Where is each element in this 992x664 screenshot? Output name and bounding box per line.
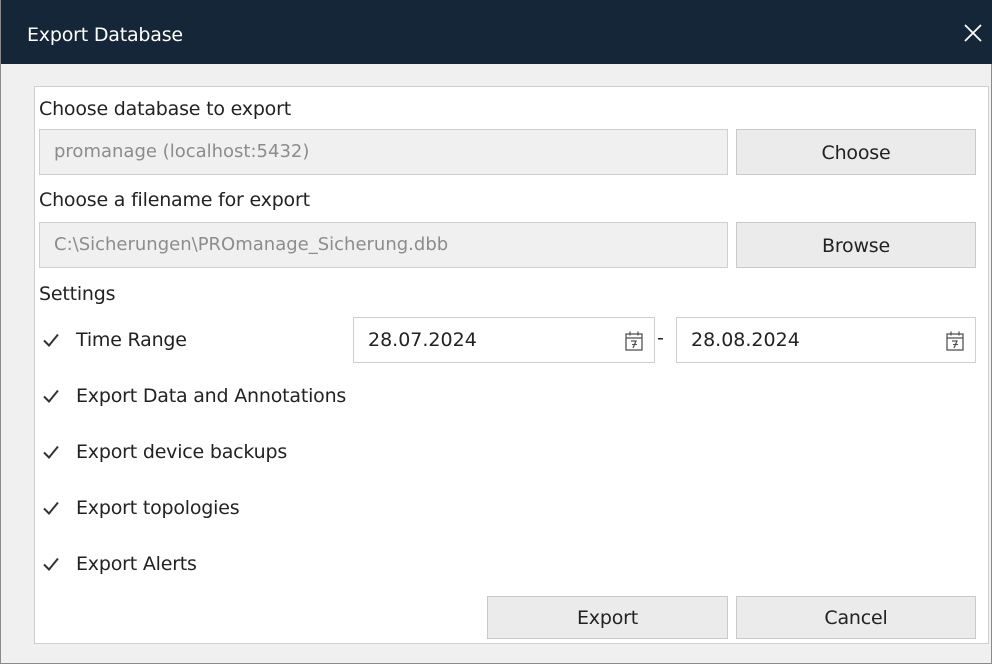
cancel-button[interactable]: Cancel	[736, 596, 976, 639]
close-icon	[964, 24, 982, 42]
checkmark-icon	[43, 333, 59, 347]
export-topologies-checkbox[interactable]	[40, 497, 62, 519]
close-button[interactable]	[957, 17, 989, 49]
export-database-dialog: Export Database Choose database to expor…	[0, 0, 992, 664]
date-to-value: 28.08.2024	[691, 329, 800, 351]
export-device-backups-checkbox[interactable]	[40, 441, 62, 463]
settings-label: Settings	[39, 283, 116, 305]
title-bar: Export Database	[1, 0, 992, 64]
time-range-label: Time Range	[76, 329, 187, 351]
choose-button[interactable]: Choose	[736, 129, 976, 175]
export-topologies-label: Export topologies	[76, 497, 240, 519]
dialog-title: Export Database	[27, 24, 183, 46]
export-data-annotations-checkbox[interactable]	[40, 385, 62, 407]
export-data-annotations-row: Export Data and Annotations	[40, 383, 346, 409]
checkmark-icon	[43, 389, 59, 403]
export-device-backups-label: Export device backups	[76, 441, 288, 463]
database-label: Choose database to export	[39, 98, 291, 120]
date-from-value: 28.07.2024	[368, 329, 477, 351]
export-button[interactable]: Export	[487, 596, 728, 639]
export-topologies-row: Export topologies	[40, 495, 240, 521]
database-field[interactable]: promanage (localhost:5432)	[39, 129, 728, 175]
date-from-picker[interactable]: 28.07.2024	[353, 317, 655, 363]
calendar-icon[interactable]	[624, 330, 644, 352]
checkmark-icon	[43, 445, 59, 459]
filename-field[interactable]: C:\Sicherungen\PROmanage_Sicherung.dbb	[39, 222, 728, 268]
export-alerts-label: Export Alerts	[76, 553, 197, 575]
checkmark-icon	[43, 501, 59, 515]
checkmark-icon	[43, 557, 59, 571]
time-range-row: Time Range	[40, 327, 187, 353]
time-range-checkbox[interactable]	[40, 329, 62, 351]
filename-label: Choose a filename for export	[39, 189, 310, 211]
date-range-separator: -	[657, 327, 664, 349]
date-to-picker[interactable]: 28.08.2024	[676, 317, 976, 363]
browse-button[interactable]: Browse	[736, 222, 976, 268]
export-data-annotations-label: Export Data and Annotations	[76, 385, 347, 407]
export-alerts-row: Export Alerts	[40, 551, 197, 577]
export-device-backups-row: Export device backups	[40, 439, 287, 465]
calendar-icon[interactable]	[945, 330, 965, 352]
export-alerts-checkbox[interactable]	[40, 553, 62, 575]
